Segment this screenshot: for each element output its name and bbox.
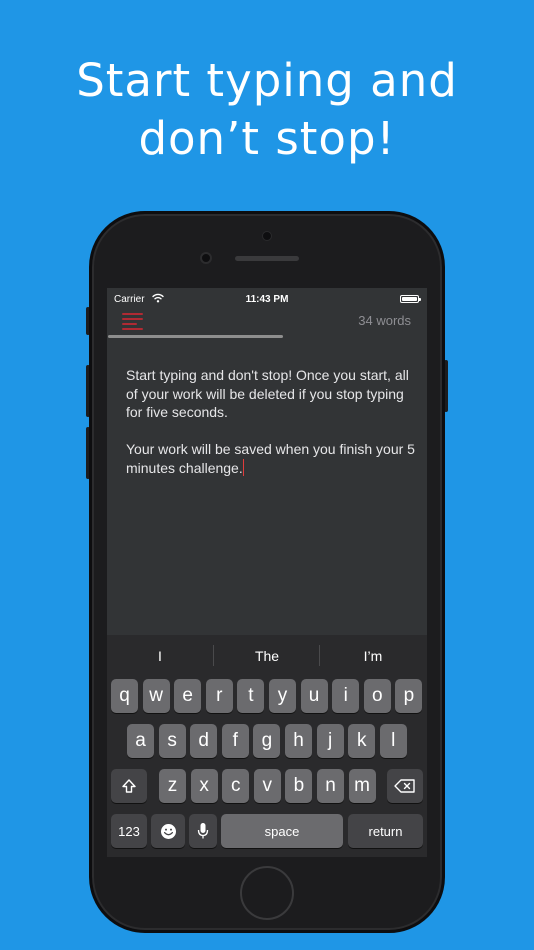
hamburger-menu-icon[interactable] — [122, 313, 143, 330]
key-q[interactable]: q — [111, 679, 138, 713]
key-u[interactable]: u — [300, 679, 328, 713]
suggestion-1[interactable]: I — [107, 648, 213, 664]
keyboard: I The I’m q w e r t y u i o p a s d f g h j k l z x c v b n m 123 s… — [107, 635, 427, 857]
shift-icon — [122, 779, 136, 793]
status-bar: Carrier 11:43 PM — [107, 288, 427, 310]
key-f[interactable]: f — [221, 724, 249, 758]
key-s[interactable]: s — [158, 724, 186, 758]
timer-progress-bar — [107, 335, 427, 338]
key-e[interactable]: e — [174, 679, 202, 713]
editor-paragraph-last: Your work will be saved when you finish … — [126, 440, 416, 477]
key-m[interactable]: m — [348, 769, 376, 803]
key-p[interactable]: p — [395, 679, 423, 713]
headline-line-2: don’t stop! — [138, 112, 396, 165]
key-h[interactable]: h — [285, 724, 312, 758]
suggestion-2[interactable]: The — [214, 648, 320, 664]
key-b[interactable]: b — [285, 769, 313, 803]
menu-line — [122, 328, 143, 330]
key-k[interactable]: k — [348, 724, 376, 758]
menu-line — [122, 323, 137, 325]
key-d[interactable]: d — [190, 724, 218, 758]
timer-progress-fill — [108, 335, 283, 338]
key-z[interactable]: z — [159, 769, 186, 803]
key-w[interactable]: w — [142, 679, 170, 713]
key-i[interactable]: i — [332, 679, 360, 713]
menu-line — [122, 313, 143, 315]
key-r[interactable]: r — [205, 679, 233, 713]
key-t[interactable]: t — [237, 679, 265, 713]
app-screen: Carrier 11:43 PM 34 words Start typing a… — [107, 288, 427, 857]
microphone-icon — [197, 823, 209, 839]
key-g[interactable]: g — [253, 724, 281, 758]
numbers-key[interactable]: 123 — [111, 814, 147, 848]
key-l[interactable]: l — [379, 724, 407, 758]
editor-paragraph: Start typing and don't stop! Once you st… — [126, 367, 409, 420]
text-caret — [242, 458, 245, 476]
home-button[interactable] — [240, 866, 294, 920]
key-n[interactable]: n — [317, 769, 344, 803]
proximity-sensor — [200, 252, 212, 264]
suggestion-bar: I The I’m — [107, 635, 427, 675]
delete-key[interactable] — [387, 769, 423, 803]
battery-icon — [400, 295, 421, 303]
editor-paragraph-text: Your work will be saved when you finish … — [126, 441, 415, 476]
status-time: 11:43 PM — [245, 294, 289, 305]
key-c[interactable]: c — [222, 769, 250, 803]
key-j[interactable]: j — [316, 724, 344, 758]
headline-line-1: Start typing and — [76, 54, 458, 107]
key-a[interactable]: a — [127, 724, 154, 758]
suggestion-3[interactable]: I’m — [320, 648, 426, 664]
shift-key[interactable] — [111, 769, 147, 803]
key-x[interactable]: x — [190, 769, 218, 803]
text-editor[interactable]: Start typing and don't stop! Once you st… — [126, 366, 416, 496]
dictation-key[interactable] — [189, 814, 217, 848]
key-y[interactable]: y — [269, 679, 296, 713]
emoji-icon — [160, 823, 176, 839]
key-v[interactable]: v — [253, 769, 281, 803]
key-o[interactable]: o — [363, 679, 391, 713]
backspace-icon — [394, 779, 415, 793]
menu-line — [122, 318, 143, 320]
front-camera — [262, 231, 272, 241]
emoji-key[interactable] — [151, 814, 185, 848]
earpiece-speaker — [235, 256, 299, 261]
space-key[interactable]: space — [221, 814, 343, 848]
headline: Start typing and don’t stop! — [0, 52, 534, 168]
return-key[interactable]: return — [348, 814, 423, 848]
word-count: 34 words — [358, 313, 411, 328]
